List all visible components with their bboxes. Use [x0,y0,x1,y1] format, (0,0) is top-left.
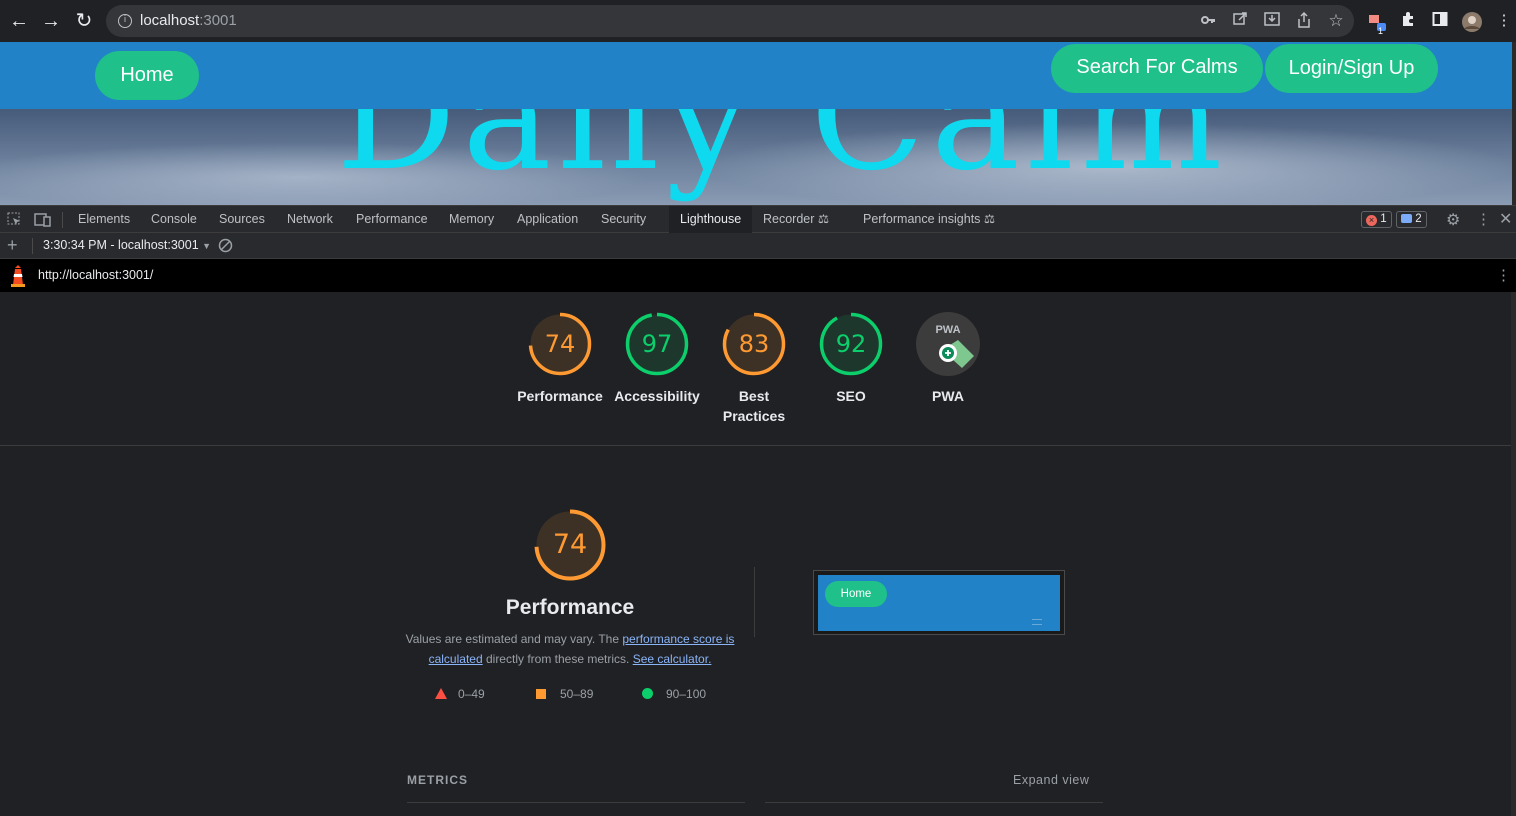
search-calms-button[interactable]: Search For Calms [1051,44,1263,93]
clear-reports-icon[interactable] [218,238,233,258]
report-menu-icon[interactable]: ⋮ [1496,266,1511,284]
report-selector[interactable]: 3:30:34 PM - localhost:3001 ▼ [43,238,211,252]
gauge-label: SEO [836,388,866,404]
metrics-heading: METRICS [407,773,468,787]
inspect-element-icon[interactable] [7,212,22,232]
gauge-label: Best Practices [722,388,786,424]
gauge-accessibility[interactable]: 97 [625,312,689,376]
square-icon [536,689,546,699]
error-count-badge[interactable]: × 1 [1361,211,1392,228]
new-report-plus-icon[interactable]: + [7,235,18,256]
gauge-pwa[interactable]: PWA [916,312,980,376]
settings-gear-icon[interactable]: ⚙ [1446,210,1460,230]
site-navbar: Home Search For Calms Login/Sign Up [0,42,1512,109]
divider [765,802,1103,803]
flask-icon: ⚖ [817,212,830,226]
gauge-label: Accessibility [614,388,700,404]
lighthouse-url[interactable]: http://localhost:3001/ [38,268,153,282]
gauge-score: 92 [835,330,867,358]
legend-pass: 90–100 [642,687,706,701]
tab-performance[interactable]: Performance [356,206,428,233]
legend-average: 50–89 [536,687,593,701]
tab-memory[interactable]: Memory [449,206,494,233]
lighthouse-toolbar: + 3:30:34 PM - localhost:3001 ▼ [0,233,1516,259]
address-bar[interactable]: i localhost:3001 ☆ [106,5,1354,37]
forward-icon[interactable]: → [39,9,63,33]
performance-description: Values are estimated and may vary. The p… [405,632,735,666]
page-viewport: Daily Calm Home Search For Calms Login/S… [0,42,1512,205]
hamburger-icon [1032,619,1042,625]
tab-elements[interactable]: Elements [78,206,130,233]
divider [754,567,755,637]
divider [407,802,745,803]
gauge-score: 74 [544,330,576,358]
thumbnail-page: Home [818,575,1060,631]
divider [0,445,1512,446]
key-icon[interactable] [1199,12,1217,30]
extension-icon[interactable]: 1 [1367,11,1387,36]
side-panel-icon[interactable] [1430,11,1450,31]
performance-main-gauge: 74 [534,509,606,581]
chrome-menu-icon[interactable]: ⋮ [1494,11,1514,31]
gauge-best-practices[interactable]: 83 [722,312,786,376]
close-icon[interactable]: ✕ [1499,209,1512,229]
tab-lighthouse[interactable]: Lighthouse [669,206,753,233]
gauge-performance[interactable]: 74 [528,312,592,376]
lighthouse-logo-icon [9,265,27,292]
separator [62,212,63,228]
gauge-score: 83 [738,330,770,358]
gauge-score: 97 [641,330,673,358]
device-toolbar-icon[interactable] [34,212,51,232]
browser-toolbar: ← → ↻ i localhost:3001 ☆ 1 ⋮ [0,0,1516,42]
tab-sources[interactable]: Sources [219,206,265,233]
report-scrollbar[interactable] [1511,292,1516,816]
tab-performance-insights[interactable]: Performance insights ⚖ [863,206,995,233]
site-info-icon[interactable]: i [118,14,132,28]
tab-security[interactable]: Security [601,206,646,233]
reload-icon[interactable]: ↻ [72,9,96,33]
message-icon [1401,214,1412,223]
message-count-badge[interactable]: 2 [1396,211,1427,228]
pwa-badge-icon: PWA [916,312,980,376]
lighthouse-url-bar: http://localhost:3001/ ⋮ [0,259,1516,292]
login-signup-button[interactable]: Login/Sign Up [1265,44,1438,93]
error-icon: × [1366,215,1377,226]
address-url[interactable]: localhost:3001 [140,12,237,29]
gauge-label: PWA [932,388,964,404]
page-scrollbar[interactable] [1512,42,1516,205]
home-button[interactable]: Home [95,51,199,100]
dropdown-arrow-icon: ▼ [202,241,212,251]
separator [32,238,33,254]
gauge-label: Performance [517,388,603,404]
flask-icon: ⚖ [983,212,996,226]
see-calculator-link[interactable]: See calculator. [633,652,712,666]
tab-recorder[interactable]: Recorder ⚖ [763,206,829,233]
lighthouse-report: 74 Performance 97 Accessibility 83 Best Practi… [0,292,1512,816]
tab-console[interactable]: Console [151,206,197,233]
avatar[interactable] [1461,11,1482,32]
devtools-tabbar: Elements Console Sources Network Perform… [0,205,1516,233]
tab-network[interactable]: Network [287,206,333,233]
expand-view-toggle[interactable]: Expand view [1013,773,1089,787]
more-options-icon[interactable]: ⋮ [1476,210,1491,228]
share-icon[interactable] [1295,11,1313,30]
triangle-icon [435,688,447,699]
performance-title: Performance [505,596,635,619]
circle-icon [642,688,653,699]
thumbnail-home-button: Home [825,581,887,607]
svg-text:PWA: PWA [935,324,960,336]
install-icon[interactable] [1263,12,1281,30]
performance-main-score: 74 [552,529,588,560]
gauge-seo[interactable]: 92 [819,312,883,376]
back-icon[interactable]: ← [7,9,31,33]
legend-fail: 0–49 [435,687,485,701]
tab-application[interactable]: Application [517,206,578,233]
bookmark-star-icon[interactable]: ☆ [1327,12,1345,30]
puzzle-icon[interactable] [1398,11,1418,31]
final-screenshot-thumbnail[interactable]: Home [813,570,1065,635]
open-in-app-icon[interactable] [1231,12,1249,30]
